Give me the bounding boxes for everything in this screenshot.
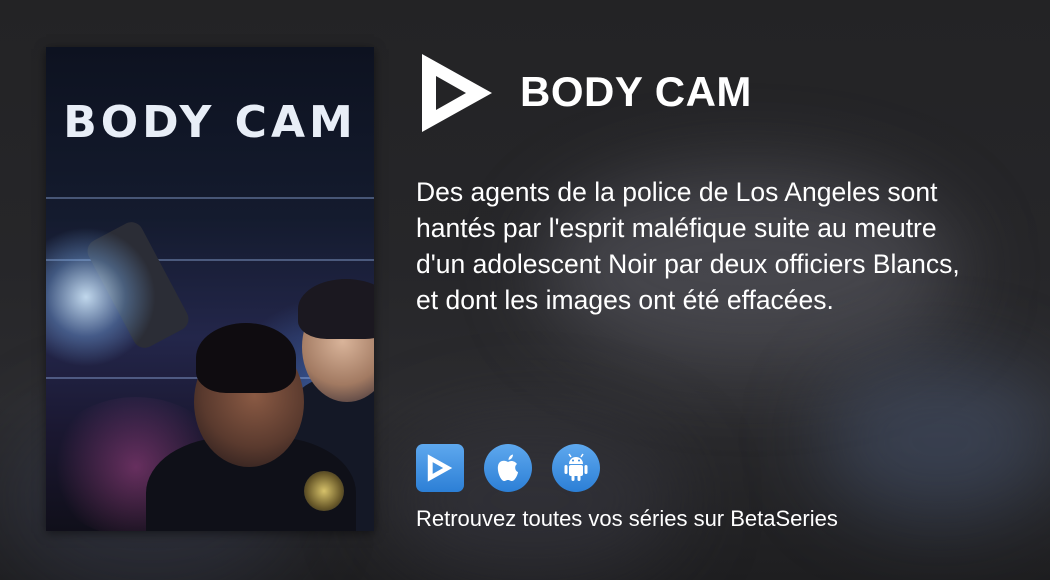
apple-icon <box>497 454 518 481</box>
app-links <box>416 444 600 492</box>
betaseries-tagline-link[interactable]: Retrouvez toutes vos séries sur BetaSeri… <box>416 506 838 532</box>
page: BODY CAM BODY CAM Des agents de la polic… <box>0 0 1050 580</box>
show-title: BODY CAM <box>520 68 752 115</box>
show-description: Des agents de la police de Los Angeles s… <box>416 177 960 315</box>
show-poster[interactable]: BODY CAM <box>46 47 374 531</box>
betaseries-app-button[interactable] <box>416 444 464 492</box>
betaseries-icon <box>427 454 453 482</box>
android-app-button[interactable] <box>552 444 600 492</box>
apple-app-button[interactable] <box>484 444 532 492</box>
betaseries-play-logo-icon[interactable] <box>418 50 496 136</box>
poster-title: BODY CAM <box>63 97 357 148</box>
android-icon <box>564 453 588 481</box>
